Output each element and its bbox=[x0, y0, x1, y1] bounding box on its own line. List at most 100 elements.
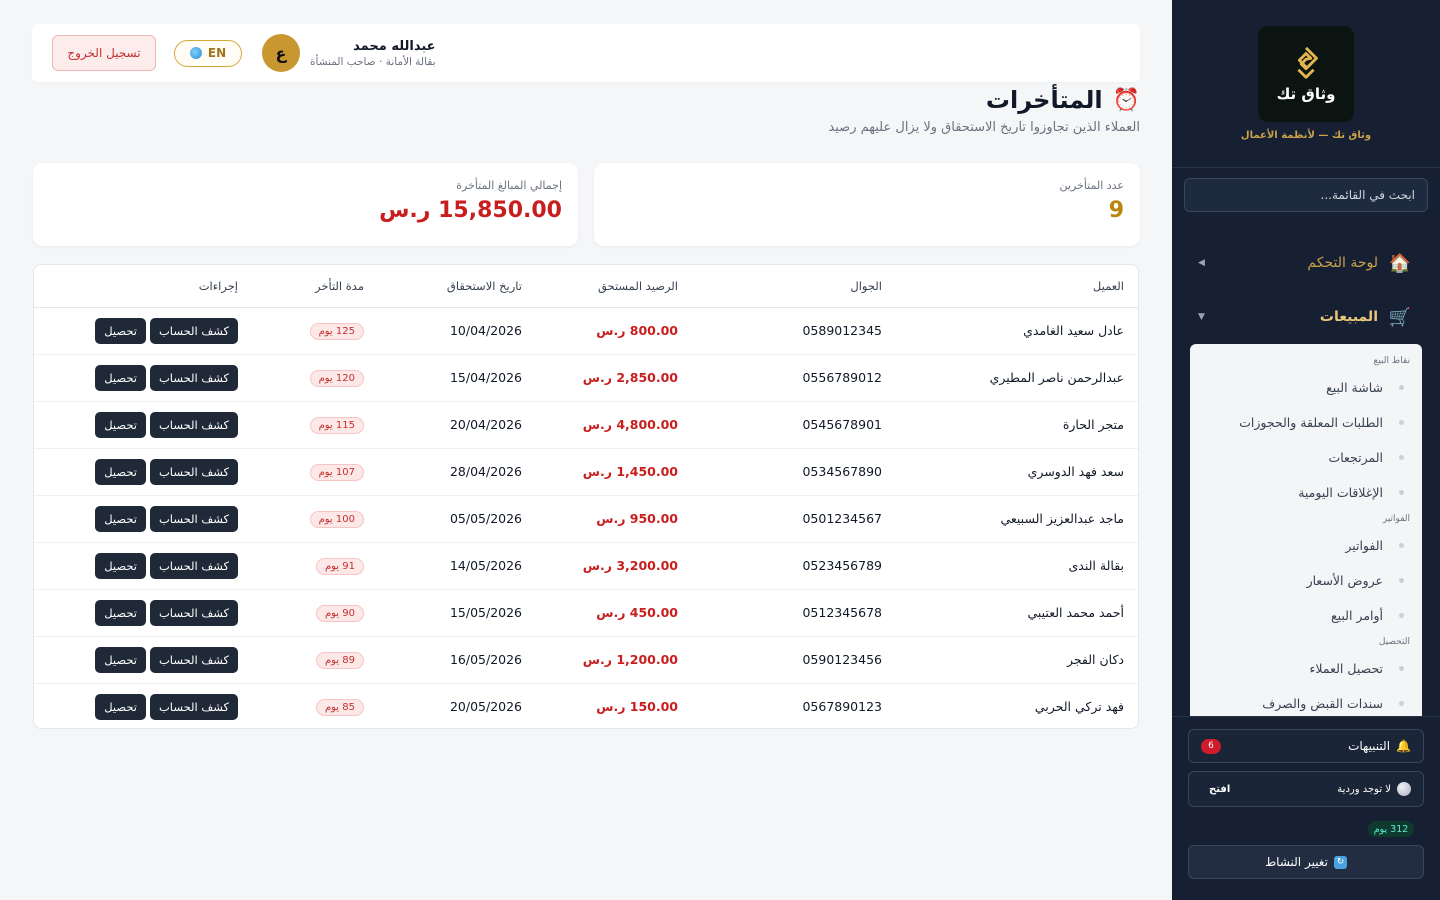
submenu-item-label: تحصيل العملاء bbox=[1309, 661, 1383, 676]
shift-label: لا توجد وردية bbox=[1337, 783, 1391, 795]
submenu-group-title: نقاط البيع bbox=[1373, 356, 1410, 366]
delay-cell: 120 يوم bbox=[238, 354, 364, 401]
logo-name: وثاق تك bbox=[1276, 85, 1336, 103]
stat-value: 15,850.00 ر.س bbox=[379, 198, 562, 223]
collect-button[interactable]: تحصيل bbox=[95, 411, 146, 438]
actions-cell: كشف الحسابتحصيل bbox=[34, 636, 238, 683]
client-name: متجر الحارة bbox=[1062, 417, 1124, 432]
submenu-item[interactable]: الفواتير bbox=[1200, 528, 1410, 563]
client-name: عادل سعيد الغامدي bbox=[1023, 323, 1124, 338]
language-toggle-button[interactable]: EN bbox=[174, 39, 242, 67]
balance-due: 3,200.00 ر.س bbox=[582, 558, 678, 573]
collect-button[interactable]: تحصيل bbox=[95, 599, 146, 626]
menu-search-input[interactable] bbox=[1184, 178, 1428, 212]
submenu-item[interactable]: تحصيل العملاء bbox=[1200, 651, 1410, 686]
column-header: الجوال bbox=[850, 278, 882, 293]
collect-button[interactable]: تحصيل bbox=[95, 646, 146, 673]
submenu-item[interactable]: الإغلاقات اليومية bbox=[1200, 475, 1410, 510]
client-phone: 0534567890 bbox=[802, 464, 882, 479]
delay-badge: 89 يوم bbox=[315, 651, 364, 669]
language-label: EN bbox=[207, 46, 227, 60]
submenu-item[interactable]: أوامر البيع bbox=[1200, 598, 1410, 633]
overdue-count-card: عدد المتأخرين 9 bbox=[594, 163, 1140, 246]
actions-cell: كشف الحسابتحصيل bbox=[34, 683, 238, 728]
menu-search bbox=[1172, 168, 1440, 222]
column-header: إجراءات bbox=[198, 278, 238, 293]
submenu-item-label: شاشة البيع bbox=[1326, 380, 1383, 395]
overdue-table: العميل الجوال الرصيد المستحق تاريخ الاست… bbox=[34, 265, 1138, 728]
collect-button[interactable]: تحصيل bbox=[95, 505, 146, 532]
collect-button[interactable]: تحصيل bbox=[95, 458, 146, 485]
submenu-group-title: التحصيل bbox=[1378, 637, 1410, 647]
client-name: ماجد عبدالعزيز السبيعي bbox=[1000, 511, 1124, 526]
open-shift-button[interactable]: افتح bbox=[1209, 784, 1230, 795]
table-row: أحمد محمد العتيبي 0512345678 450.00 ر.س 15/… bbox=[34, 589, 1138, 636]
collect-button[interactable]: تحصيل bbox=[95, 364, 146, 391]
collect-button[interactable]: تحصيل bbox=[95, 317, 146, 344]
page-title-row: ⏰ المتأخرات bbox=[986, 86, 1140, 114]
due-date: 16/05/2026 bbox=[449, 652, 522, 667]
account-statement-button[interactable]: كشف الحساب bbox=[149, 458, 238, 485]
avatar[interactable]: ع bbox=[262, 34, 300, 72]
overdue-total-card: إجمالي المبالغ المتأخرة 15,850.00 ر.س bbox=[33, 163, 578, 246]
column-header: الرصيد المستحق bbox=[597, 278, 678, 293]
submenu-item-label: أوامر البيع bbox=[1330, 608, 1383, 623]
collect-button[interactable]: تحصيل bbox=[95, 552, 146, 579]
cart-icon: 🛒 bbox=[1388, 306, 1412, 328]
bell-icon: 🔔 bbox=[1396, 739, 1411, 753]
account-statement-button[interactable]: كشف الحساب bbox=[149, 317, 238, 344]
account-statement-button[interactable]: كشف الحساب bbox=[149, 599, 238, 626]
user-name: عبدالله محمد bbox=[353, 38, 436, 54]
sidebar-item-sales-label-wrap: 🛒 المبيعات bbox=[1320, 307, 1412, 328]
actions-cell: كشف الحسابتحصيل bbox=[34, 542, 238, 589]
bullet-icon bbox=[1399, 701, 1404, 706]
actions-cell: كشف الحسابتحصيل bbox=[34, 448, 238, 495]
balance-due: 450.00 ر.س bbox=[596, 605, 678, 620]
notifications-label-wrap: 🔔 التنبيهات bbox=[1348, 739, 1411, 753]
submenu-item[interactable]: المرتجعات bbox=[1200, 440, 1410, 475]
sales-submenu: نقاط البيع شاشة البيع الطلبات المعلقة وا… bbox=[1190, 344, 1422, 722]
change-activity-button[interactable]: ↻ تغيير النشاط bbox=[1188, 845, 1424, 879]
sidebar-item-sales[interactable]: 🛒 المبيعات ▼ bbox=[1172, 290, 1440, 344]
account-statement-button[interactable]: كشف الحساب bbox=[149, 646, 238, 673]
submenu-item[interactable]: شاشة البيع bbox=[1200, 370, 1410, 405]
account-statement-button[interactable]: كشف الحساب bbox=[149, 693, 238, 720]
page-subtitle: العملاء الذين تجاوزوا تاريخ الاستحقاق ول… bbox=[828, 120, 1140, 135]
balance-due: 800.00 ر.س bbox=[596, 323, 678, 338]
delay-cell: 100 يوم bbox=[238, 495, 364, 542]
account-statement-button[interactable]: كشف الحساب bbox=[149, 505, 238, 532]
delay-cell: 107 يوم bbox=[238, 448, 364, 495]
stat-value: 9 bbox=[1108, 198, 1124, 223]
notifications-button[interactable]: 🔔 التنبيهات 6 bbox=[1188, 729, 1424, 763]
account-statement-button[interactable]: كشف الحساب bbox=[149, 552, 238, 579]
stat-label: عدد المتأخرين bbox=[1059, 179, 1124, 192]
balance-due: 950.00 ر.س bbox=[596, 511, 678, 526]
delay-cell: 85 يوم bbox=[238, 683, 364, 728]
due-date: 15/05/2026 bbox=[449, 605, 522, 620]
client-phone: 0589012345 bbox=[802, 323, 882, 338]
bullet-icon bbox=[1399, 613, 1404, 618]
change-activity-label: تغيير النشاط bbox=[1265, 855, 1328, 869]
globe-icon bbox=[189, 47, 202, 59]
logout-button[interactable]: تسجيل الخروج bbox=[52, 35, 156, 71]
submenu-item[interactable]: عروض الأسعار bbox=[1200, 563, 1410, 598]
client-phone: 0512345678 bbox=[802, 605, 882, 620]
delay-badge: 120 يوم bbox=[309, 369, 364, 387]
bullet-icon bbox=[1399, 385, 1404, 390]
account-statement-button[interactable]: كشف الحساب bbox=[149, 364, 238, 391]
sidebar-item-dashboard[interactable]: 🏠 لوحة التحكم ◀ bbox=[1172, 236, 1440, 290]
balance-due: 150.00 ر.س bbox=[596, 699, 678, 715]
collect-button[interactable]: تحصيل bbox=[95, 693, 146, 720]
table-row: متجر الحارة 0545678901 4,800.00 ر.س 20/04/2… bbox=[34, 401, 1138, 448]
main-content: تسجيل الخروج عبدالله محمد بقالة الأمانة … bbox=[0, 0, 1172, 900]
top-bar: تسجيل الخروج عبدالله محمد بقالة الأمانة … bbox=[32, 24, 1140, 82]
table-row: ماجد عبدالعزيز السبيعي 0501234567 950.00 ر… bbox=[34, 495, 1138, 542]
account-statement-button[interactable]: كشف الحساب bbox=[149, 411, 238, 438]
submenu-item[interactable]: الطلبات المعلقة والحجوزات bbox=[1200, 405, 1410, 440]
bullet-icon bbox=[1399, 455, 1404, 460]
bullet-icon bbox=[1399, 420, 1404, 425]
refresh-icon: ↻ bbox=[1333, 855, 1347, 869]
logo[interactable]: وثاق تك bbox=[1258, 26, 1354, 122]
overdue-table-card: العميل الجوال الرصيد المستحق تاريخ الاست… bbox=[33, 264, 1139, 729]
client-phone: 0556789012 bbox=[802, 370, 882, 385]
